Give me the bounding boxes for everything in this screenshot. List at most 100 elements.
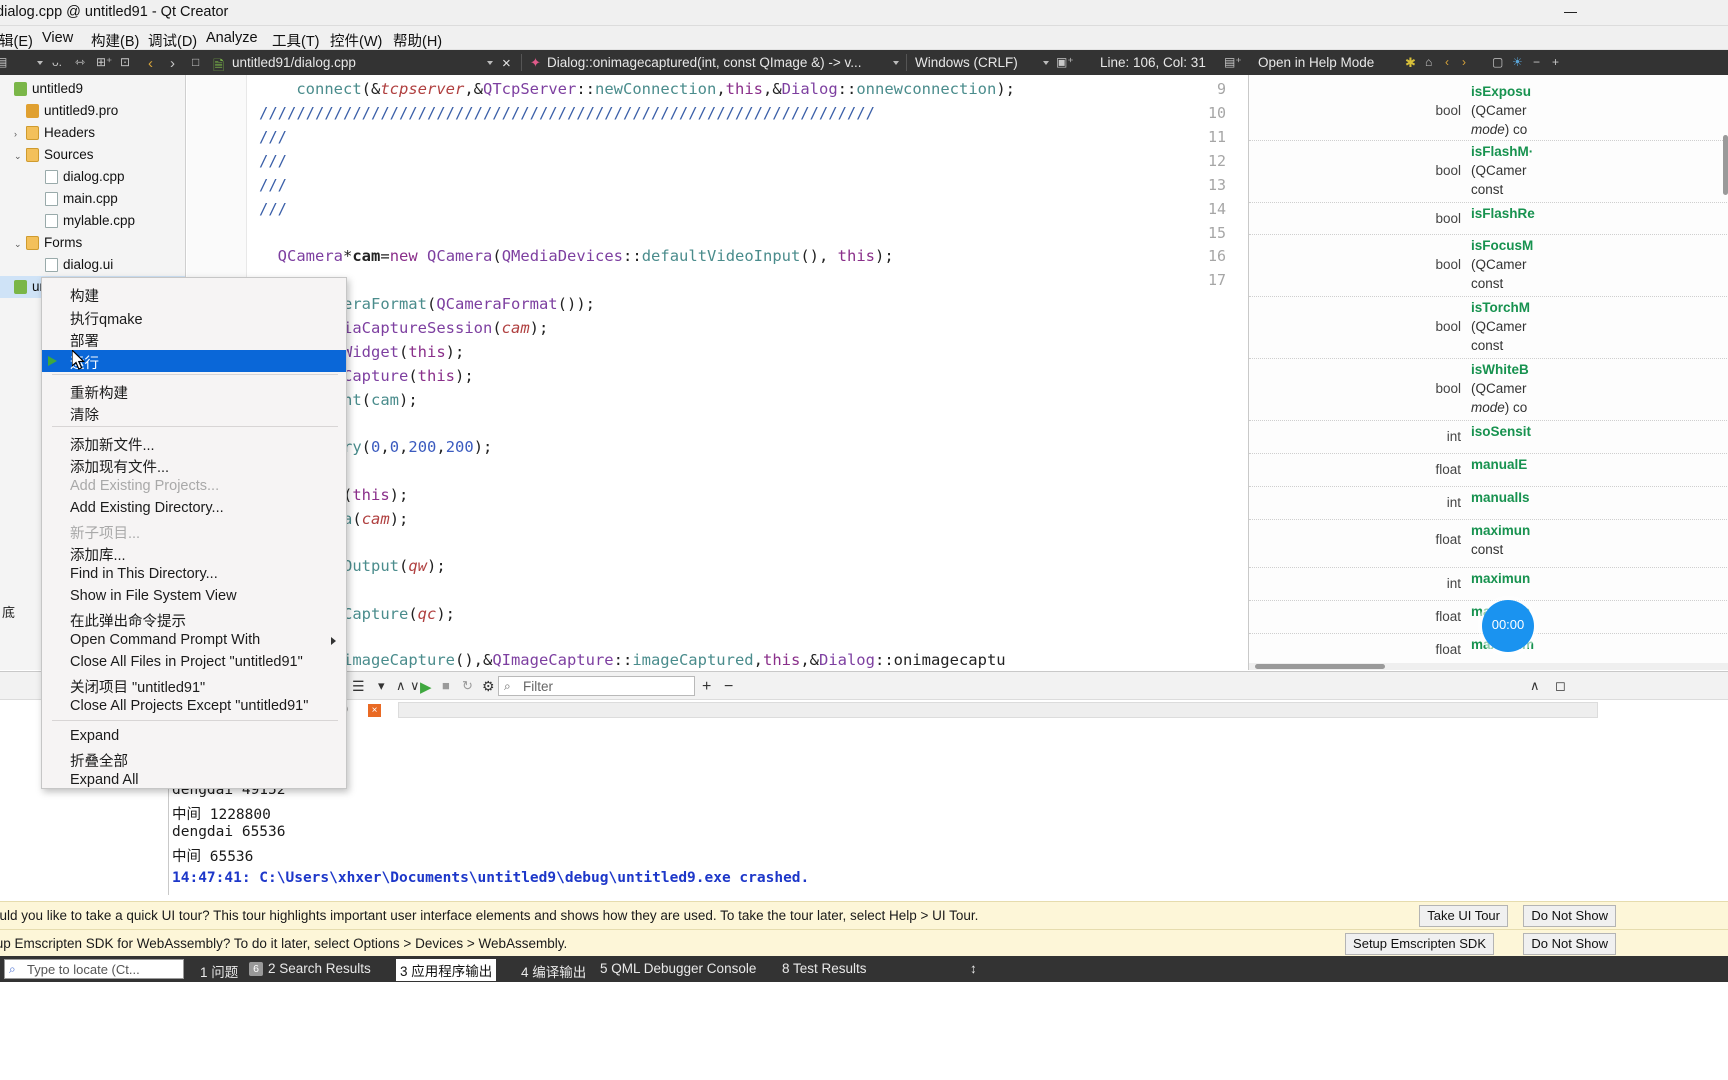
status-tab-qml-debugger-console[interactable]: 5 QML Debugger Console xyxy=(600,961,756,976)
help-row[interactable]: bool isTorchM (QCamer const xyxy=(1249,297,1728,359)
help-row[interactable]: bool isExposu (QCamer mode) co xyxy=(1249,81,1728,141)
status-tab-------[interactable]: 3 应用程序输出 xyxy=(396,959,497,981)
code-line[interactable]: ////////////////////////////////////////… xyxy=(259,104,875,122)
encoding-icon[interactable]: ▣⁺ xyxy=(1056,55,1074,69)
chevron-icon[interactable]: ⌄ xyxy=(14,151,22,162)
context-menu-item-17[interactable]: Open Command Prompt With xyxy=(42,630,346,652)
tree-item-mylable-cpp[interactable]: mylable.cpp xyxy=(0,210,185,232)
navigate-back-icon[interactable]: ‹ xyxy=(148,55,153,72)
file-path-label[interactable]: untitled91/dialog.cpp xyxy=(232,55,356,70)
help-member-name[interactable]: manualE xyxy=(1471,457,1527,472)
locator-input[interactable]: ⌕ Type to locate (Ct... xyxy=(4,959,184,979)
output-chevron-down-icon[interactable]: ▾ xyxy=(378,678,385,694)
help-member-name[interactable]: isWhiteB xyxy=(1471,362,1529,377)
bookmark-icon[interactable]: □ xyxy=(192,55,199,69)
close-button[interactable] xyxy=(1640,0,1686,26)
zoom-in-icon[interactable]: + xyxy=(1552,55,1559,69)
context-menu-item-6[interactable]: 清除 xyxy=(42,402,346,424)
status-tab-test-results[interactable]: 8 Test Results xyxy=(782,961,867,976)
maximize-output-icon[interactable]: ◻ xyxy=(1555,678,1566,694)
pin-icon[interactable]: ✱ xyxy=(1405,55,1416,71)
tree-item-dialog-ui[interactable]: dialog.ui xyxy=(0,254,185,276)
chevron-icon[interactable]: ⌄ xyxy=(14,239,22,250)
code-line[interactable]: /// xyxy=(259,176,287,194)
status-updown-icon[interactable]: ↕ xyxy=(970,961,977,976)
context-menu-item-5[interactable]: 重新构建 xyxy=(42,380,346,402)
help-member-name[interactable]: maximun xyxy=(1471,571,1530,586)
help-member-name[interactable]: isTorchM xyxy=(1471,300,1530,315)
context-menu-item-19[interactable]: 关闭项目 "untitled91" xyxy=(42,674,346,696)
zoom-in-output-icon[interactable]: + xyxy=(702,678,711,696)
help-member-name[interactable]: isFocusM xyxy=(1471,238,1533,253)
tree-item-headers[interactable]: › Headers xyxy=(0,122,185,144)
context-menu-item-0[interactable]: 构建 xyxy=(42,283,346,305)
status-tab-search-results[interactable]: 2 Search Results xyxy=(268,961,371,976)
close-file-button[interactable]: × xyxy=(502,55,511,72)
context-menu-item-14[interactable]: Find in This Directory... xyxy=(42,564,346,586)
filter-icon[interactable]: ᴗ. xyxy=(52,55,62,69)
open-help-mode-label[interactable]: Open in Help Mode xyxy=(1258,55,1374,70)
split-horizontal-icon[interactable]: ⊞⁺ xyxy=(96,55,112,69)
help-row[interactable]: bool isFlashRe xyxy=(1249,203,1728,235)
minimize-button[interactable] xyxy=(1548,0,1594,26)
help-member-name[interactable]: manualIs xyxy=(1471,490,1530,505)
context-menu-item-20[interactable]: Close All Projects Except "untitled91" xyxy=(42,696,346,718)
help-row[interactable]: int manualIs xyxy=(1249,487,1728,520)
output-settings-icon[interactable]: ☰ xyxy=(352,678,365,695)
filter-input[interactable]: ⌕ Filter xyxy=(498,676,695,696)
text-wrap-icon[interactable]: ▤⁺ xyxy=(1224,55,1242,69)
help-member-name[interactable]: isExposu xyxy=(1471,84,1531,99)
context-menu-item-2[interactable]: 部署 xyxy=(42,328,346,350)
help-scrollbar-thumb[interactable] xyxy=(1723,135,1728,195)
remove-split-icon[interactable]: ⊡ xyxy=(120,55,130,69)
tree-item-untitled9-pro[interactable]: untitled9.pro xyxy=(0,100,185,122)
chevron-icon[interactable]: › xyxy=(14,129,17,139)
globe-icon[interactable]: ☀ xyxy=(1512,55,1523,69)
tree-item-dialog-cpp[interactable]: dialog.cpp xyxy=(0,166,185,188)
symbol-selector-label[interactable]: Dialog::onimagecaptured(int, const QImag… xyxy=(547,55,862,70)
home-icon[interactable]: ⌂ xyxy=(1425,55,1432,69)
chevron-down-icon[interactable] xyxy=(37,61,43,65)
help-row[interactable]: int isoSensit xyxy=(1249,421,1728,454)
help-row[interactable]: int maximun xyxy=(1249,568,1728,601)
line-ending-label[interactable]: Windows (CRLF) xyxy=(915,55,1018,70)
symbol-dropdown-chevron-icon[interactable] xyxy=(893,61,899,65)
help-horizontal-scrollbar-thumb[interactable] xyxy=(1255,664,1385,669)
navigate-forward-icon[interactable]: › xyxy=(170,55,175,72)
zoom-out-icon[interactable]: − xyxy=(1533,55,1540,69)
help-forward-icon[interactable]: › xyxy=(1462,55,1466,69)
tree-item-forms[interactable]: ⌄ Forms xyxy=(0,232,185,254)
menu-item-1[interactable]: View xyxy=(37,28,78,48)
collapse-output-icon[interactable]: ∧ xyxy=(1530,678,1540,694)
help-row[interactable]: bool isWhiteB (QCamer mode) co xyxy=(1249,359,1728,421)
help-member-name[interactable]: isFlashRe xyxy=(1471,206,1535,221)
stop-icon[interactable]: ■ xyxy=(442,678,450,693)
screen-recording-bubble[interactable]: 00:00 xyxy=(1482,600,1534,652)
status-tab---[interactable]: 1 问题 xyxy=(200,961,238,981)
rerun-icon[interactable]: ↻ xyxy=(462,678,473,694)
do-not-show-emscripten-button[interactable]: Do Not Show xyxy=(1523,933,1616,955)
code-line[interactable]: /// xyxy=(259,200,287,218)
line-ending-chevron-icon[interactable] xyxy=(1043,61,1049,65)
context-menu-item-9[interactable]: 添加现有文件... xyxy=(42,454,346,476)
output-tab-close-icon[interactable]: × xyxy=(368,704,381,717)
code-line[interactable]: /// xyxy=(259,152,287,170)
context-menu-item-8[interactable]: 添加新文件... xyxy=(42,432,346,454)
context-menu-item-18[interactable]: Close All Files in Project "untitled91" xyxy=(42,652,346,674)
run-icon[interactable]: ▶ xyxy=(420,678,432,696)
status-tab-----[interactable]: 4 编译输出 xyxy=(521,961,586,981)
help-row[interactable]: bool isFocusM (QCamer const xyxy=(1249,235,1728,297)
context-menu-item-15[interactable]: Show in File System View xyxy=(42,586,346,608)
tree-item-untitled9[interactable]: untitled9 xyxy=(0,78,185,100)
link-icon[interactable]: ⇿ xyxy=(75,55,85,69)
tree-item-sources[interactable]: ⌄ Sources xyxy=(0,144,185,166)
help-member-name[interactable]: maximun xyxy=(1471,523,1530,538)
code-line[interactable]: QCamera*cam=new QCamera(QMediaDevices::d… xyxy=(259,247,894,265)
help-row[interactable]: float maximun const xyxy=(1249,520,1728,568)
context-menu-item-24[interactable]: Expand All xyxy=(42,770,346,792)
tree-item-main-cpp[interactable]: main.cpp xyxy=(0,188,185,210)
help-documentation-panel[interactable]: bool isExposu (QCamer mode) co bool isFlashM·… xyxy=(1248,75,1728,670)
zoom-out-output-icon[interactable]: − xyxy=(724,678,733,696)
gear-icon[interactable]: ⚙ xyxy=(482,678,495,695)
context-menu-item-13[interactable]: 添加库... xyxy=(42,542,346,564)
